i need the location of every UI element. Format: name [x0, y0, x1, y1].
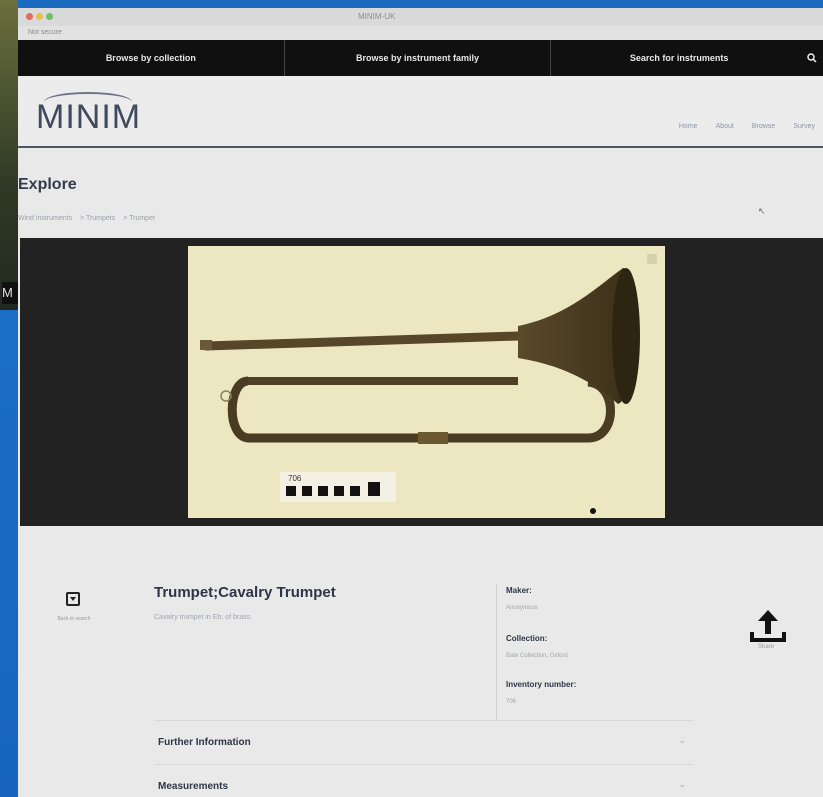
- chevron-down-icon: ⌄: [678, 779, 686, 789]
- menu-browse[interactable]: Browse: [752, 123, 775, 130]
- scale-tag-number: 706: [288, 474, 302, 483]
- nav-label: Browse by collection: [105, 53, 196, 63]
- mouse-cursor-icon: ↖: [758, 206, 766, 216]
- menu-survey[interactable]: Survey: [793, 123, 815, 130]
- breadcrumb-item[interactable]: > Trumpet: [123, 215, 155, 222]
- fullscreen-icon[interactable]: [647, 254, 657, 264]
- share-label[interactable]: Share: [758, 644, 774, 650]
- search-icon[interactable]: [807, 53, 817, 63]
- close-window-icon[interactable]: [26, 13, 33, 20]
- breadcrumb-item[interactable]: > Trumpets: [80, 215, 115, 222]
- instrument-photo[interactable]: 706: [188, 246, 665, 518]
- meta-value: Bate Collection, Oxford: [506, 653, 568, 659]
- site-logo[interactable]: MINIM: [36, 98, 141, 137]
- maximize-window-icon[interactable]: [46, 13, 53, 20]
- carousel-dot[interactable]: [590, 508, 596, 514]
- meta-value: 706: [506, 699, 517, 705]
- meta-key: Inventory number:: [506, 680, 577, 689]
- breadcrumb: Wind instruments > Trumpets > Trumpet: [18, 215, 161, 222]
- download-label[interactable]: Back to search: [54, 616, 94, 623]
- instrument-title: Trumpet;Cavalry Trumpet: [154, 584, 336, 601]
- accordion-label: Measurements: [158, 781, 229, 792]
- title-bar: MINIM-UK: [18, 8, 823, 26]
- accordion-measurements[interactable]: Measurements ⌄: [154, 764, 694, 797]
- nav-label: Search for instruments: [629, 53, 729, 63]
- background-window-label: M: [2, 282, 18, 304]
- meta-inventory: Inventory number: 706: [506, 680, 576, 705]
- nav-browse-collection[interactable]: Browse by collection: [18, 40, 285, 76]
- nav-label: Browse by instrument family: [355, 53, 480, 63]
- background-window: [0, 0, 18, 310]
- breadcrumb-item[interactable]: Wind instruments: [18, 215, 72, 222]
- nav-browse-family[interactable]: Browse by instrument family: [285, 40, 552, 76]
- page-title: Explore: [18, 176, 77, 193]
- download-icon[interactable]: [66, 592, 80, 606]
- top-menu: Home About Browse Survey: [679, 123, 815, 130]
- meta-collection: Collection: Bate Collection, Oxford: [506, 634, 568, 659]
- window-title: MINIM-UK: [358, 12, 396, 21]
- main-nav: Browse by collection Browse by instrumen…: [18, 40, 823, 76]
- menu-home[interactable]: Home: [679, 123, 698, 130]
- meta-key: Maker:: [506, 586, 532, 595]
- instrument-detail: Back to search Trumpet;Cavalry Trumpet C…: [18, 528, 823, 797]
- nav-search-instruments[interactable]: Search for instruments: [551, 40, 823, 76]
- minimize-window-icon[interactable]: [36, 13, 43, 20]
- menu-about[interactable]: About: [716, 123, 734, 130]
- browser-window: MINIM-UK Not secure Browse by collection…: [18, 8, 823, 797]
- accordion-further-information[interactable]: Further Information ⌄: [154, 720, 694, 765]
- meta-maker: Maker: Anonymous: [506, 586, 538, 611]
- chevron-down-icon: ⌄: [678, 735, 686, 745]
- share-icon[interactable]: [748, 606, 788, 646]
- accordion-label: Further Information: [158, 737, 251, 748]
- address-bar[interactable]: Not secure: [18, 26, 823, 40]
- instrument-description: Cavalry trumpet in Eb; of brass.: [154, 614, 253, 621]
- meta-value: Anonymous: [506, 605, 538, 611]
- trumpet-image: 706: [200, 267, 640, 502]
- image-gallery[interactable]: 706: [20, 238, 823, 526]
- divider: [496, 584, 497, 720]
- meta-key: Collection:: [506, 634, 548, 643]
- site-header: MINIM Home About Browse Survey: [18, 76, 823, 148]
